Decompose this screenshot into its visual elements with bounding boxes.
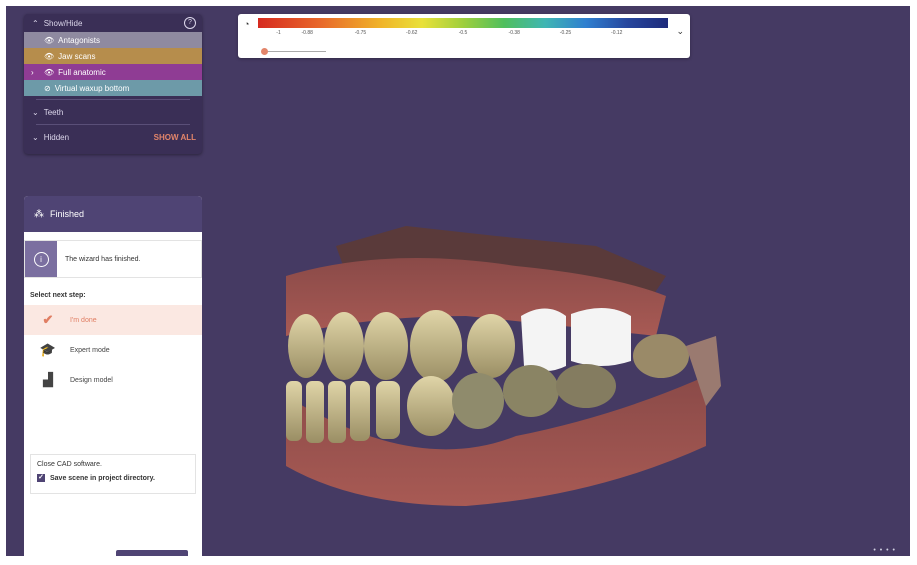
step-im-done[interactable]: ✔ I'm done: [24, 305, 202, 335]
color-gradient-bar: [258, 18, 668, 28]
tick-label: -0.25: [559, 30, 572, 36]
layer-label: Full anatomic: [58, 67, 106, 77]
layer-label: Virtual waxup bottom: [54, 83, 130, 93]
tick-label: -0.62: [406, 30, 418, 36]
teeth-section-toggle[interactable]: ⌄ Teeth: [24, 103, 202, 121]
show-hide-panel: ⌃ Show/Hide ? 👁 Antagonists 👁 Jaw scans …: [24, 14, 202, 154]
chevron-down-icon: ⌄: [32, 107, 39, 117]
chevron-down-icon: ⌄: [32, 132, 39, 142]
save-scene-label: Save scene in project directory.: [50, 474, 155, 482]
divider: [36, 124, 190, 125]
info-icon-container: i: [25, 241, 57, 277]
gauge-icon[interactable]: ◔: [244, 19, 249, 29]
layer-jaw-scans[interactable]: 👁 Jaw scans: [24, 48, 202, 64]
tick-label: -0.75: [354, 30, 367, 36]
graduation-cap-icon: 🎓: [39, 342, 57, 357]
save-scene-checkbox[interactable]: ✓: [37, 474, 45, 482]
layer-antagonists[interactable]: 👁 Antagonists: [24, 32, 202, 48]
step-label: Expert mode: [70, 346, 110, 354]
checkmark-icon: ✔: [42, 312, 54, 327]
3d-viewport[interactable]: ⌃ Show/Hide ? 👁 Antagonists 👁 Jaw scans …: [6, 6, 910, 556]
info-icon: i: [33, 251, 49, 267]
crown-restoration: [521, 308, 566, 371]
chevron-right-icon[interactable]: ›: [31, 68, 34, 77]
close-cad-text: Close CAD software.: [37, 461, 102, 468]
hidden-section-toggle[interactable]: ⌄ Hidden SHOW ALL: [24, 128, 202, 146]
divider: [36, 99, 190, 100]
eye-icon[interactable]: 👁: [44, 52, 54, 61]
tick-label: -1: [276, 30, 281, 36]
layer-label: Jaw scans: [58, 51, 96, 61]
layer-label: Antagonists: [58, 35, 100, 45]
model-icon: ▟: [43, 372, 53, 387]
info-text: The wizard has finished.: [65, 255, 141, 263]
layer-virtual-waxup-bottom[interactable]: ⊘ Virtual waxup bottom: [24, 80, 202, 96]
eye-hidden-icon[interactable]: ⊘: [44, 84, 51, 93]
scale-slider-track[interactable]: [264, 51, 326, 52]
save-scene-option[interactable]: ✓ Save scene in project directory.: [37, 474, 195, 482]
tick-label: -0.5: [458, 30, 468, 36]
wizard-action-button[interactable]: [116, 550, 188, 556]
tick-label: -0.88: [301, 30, 313, 36]
close-options-box: Close CAD software. ✓ Save scene in proj…: [30, 454, 196, 494]
help-icon[interactable]: ?: [184, 17, 196, 29]
step-label: Design model: [70, 376, 113, 384]
teeth-label: Teeth: [43, 107, 64, 117]
show-hide-header[interactable]: ⌃ Show/Hide ?: [24, 14, 202, 32]
chevron-up-icon: ⌃: [32, 18, 39, 28]
scale-slider-thumb[interactable]: [261, 48, 268, 55]
tick-label: -0.38: [508, 30, 520, 36]
dental-model-render[interactable]: [266, 206, 746, 526]
wizard-header: ⁂ Finished: [24, 196, 202, 232]
step-expert-mode[interactable]: 🎓 Expert mode: [24, 335, 202, 365]
wizard-panel: ⁂ Finished i The wizard has finished. Se…: [24, 196, 202, 556]
tick-label: -0.12: [611, 30, 623, 36]
magic-wand-icon: ⁂: [34, 208, 44, 220]
step-design-model[interactable]: ▟ Design model: [24, 365, 202, 395]
info-message: i The wizard has finished.: [24, 240, 202, 278]
eye-icon[interactable]: 👁: [44, 36, 54, 45]
crown-restoration: [571, 307, 631, 366]
layer-full-anatomic[interactable]: › 👁 Full anatomic: [24, 64, 202, 80]
show-all-button[interactable]: SHOW ALL: [154, 133, 196, 142]
eye-icon[interactable]: 👁: [44, 68, 54, 77]
show-hide-title: Show/Hide: [43, 18, 83, 28]
wizard-title: Finished: [50, 209, 85, 219]
hidden-label: Hidden: [43, 132, 70, 142]
select-next-step-label: Select next step:: [30, 292, 86, 299]
footer-indicator: • • • •: [873, 547, 896, 554]
deviation-color-scale: ◔ -1 -0.88 -0.75 -0.62 -0.5 -0.38 -0.25 …: [238, 14, 690, 58]
scale-ticks: -1 -0.88 -0.75 -0.62 -0.5 -0.38 -0.25 -0…: [258, 30, 668, 38]
step-label: I'm done: [70, 316, 97, 324]
chevron-down-icon[interactable]: ⌄: [676, 26, 684, 37]
upper-teeth: [288, 307, 689, 382]
